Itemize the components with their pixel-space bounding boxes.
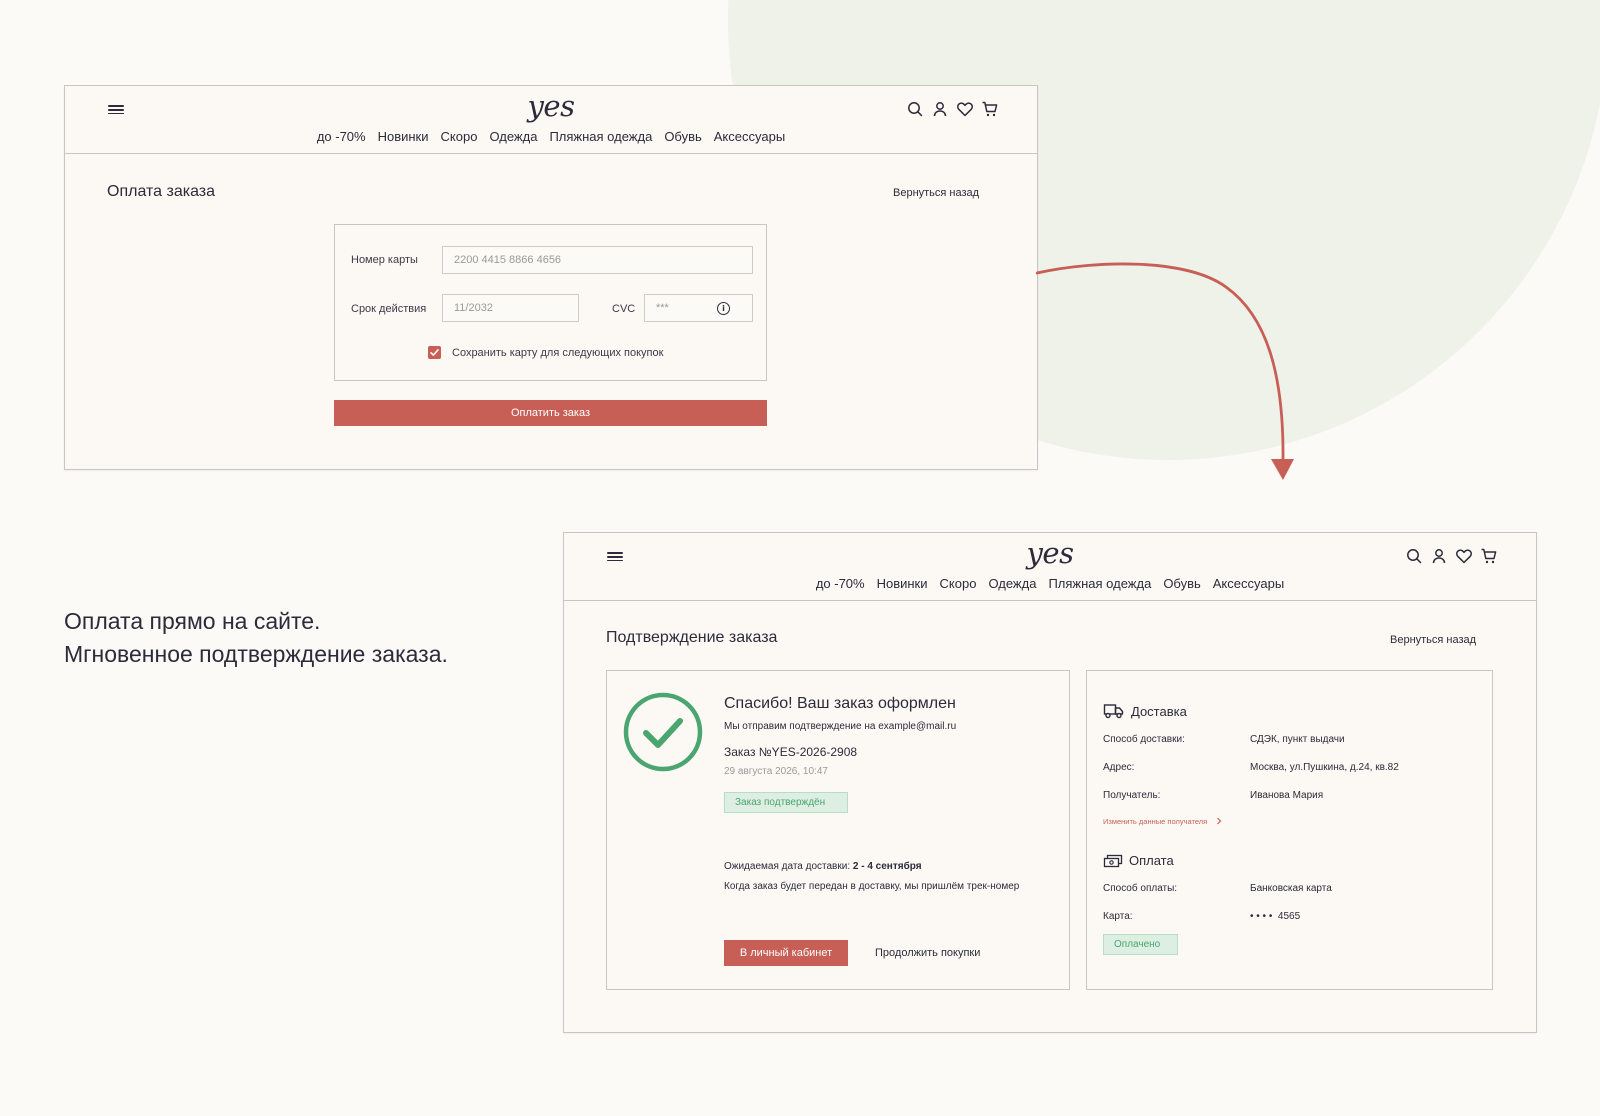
payment-section-title: Оплата: [1103, 853, 1174, 868]
user-icon[interactable]: [1430, 547, 1448, 565]
search-icon[interactable]: [1405, 547, 1423, 565]
order-number: Заказ №YES-2026-2908: [724, 745, 858, 759]
email-note: Мы отправим подтверждение на example@mai…: [724, 721, 957, 732]
nav-item-beachwear[interactable]: Пляжная одежда: [1048, 576, 1151, 591]
header-icons: [906, 100, 999, 118]
site-header: yes до -70% Новинки Скоро Одежда Пляжная оде…: [65, 86, 1037, 154]
nav-item-sale[interactable]: до -70%: [317, 129, 366, 144]
cvc-label: CVC: [612, 303, 636, 315]
order-success-panel: Спасибо! Ваш заказ оформлен Мы отправим …: [606, 670, 1070, 990]
continue-shopping-link[interactable]: Продолжить покупки: [875, 947, 980, 959]
delivery-section-title: Доставка: [1103, 703, 1187, 719]
payment-screen: yes до -70% Новинки Скоро Одежда Пляжная оде…: [64, 85, 1038, 470]
main-nav: до -70% Новинки Скоро Одежда Пляжная одежда О…: [564, 576, 1536, 591]
delivery-method-label: Способ доставки:: [1103, 734, 1185, 745]
back-link[interactable]: Вернуться назад: [1390, 634, 1476, 646]
status-badge: Заказ подтверждён: [724, 792, 848, 813]
flow-arrow-icon: [1036, 262, 1294, 480]
success-check-icon: [623, 692, 703, 772]
search-icon[interactable]: [906, 100, 924, 118]
payment-method-label: Способ оплаты:: [1103, 883, 1178, 894]
save-card-label: Сохранить карту для следующих покупок: [452, 347, 664, 359]
header-icons: [1405, 547, 1498, 565]
tagline-line-1: Оплата прямо на сайте.: [64, 608, 321, 634]
nav-item-beachwear[interactable]: Пляжная одежда: [549, 129, 652, 144]
order-details-panel: Доставка Способ доставки: СДЭК, пункт вы…: [1086, 670, 1493, 990]
recipient-value: Иванова Мария: [1250, 790, 1324, 801]
user-icon[interactable]: [931, 100, 949, 118]
recipient-label: Получатель:: [1103, 790, 1161, 801]
card-value: • • • • 4565: [1250, 911, 1301, 922]
account-button[interactable]: В личный кабинет: [724, 940, 848, 966]
address-label: Адрес:: [1103, 762, 1135, 773]
back-link[interactable]: Вернуться назад: [893, 187, 979, 199]
money-icon: [1103, 854, 1123, 867]
heart-icon[interactable]: [1455, 547, 1473, 565]
nav-item-new[interactable]: Новинки: [877, 576, 928, 591]
cvc-value: ***: [656, 302, 669, 314]
tracking-note: Когда заказ будет передан в доставку, мы…: [724, 881, 1020, 892]
edit-recipient-link[interactable]: Изменить данные получателя: [1103, 817, 1223, 826]
pay-button[interactable]: Оплатить заказ: [334, 400, 767, 426]
page-title: Оплата заказа: [107, 183, 216, 200]
info-icon[interactable]: i: [717, 302, 730, 315]
delivery-method-value: СДЭК, пункт выдачи: [1250, 734, 1345, 745]
cart-icon[interactable]: [981, 100, 999, 118]
nav-item-accessories[interactable]: Аксессуары: [1213, 576, 1284, 591]
card-form: Номер карты 2200 4415 8866 4656 Срок дей…: [334, 224, 767, 381]
nav-item-shoes[interactable]: Обувь: [664, 129, 701, 144]
expiry-input[interactable]: 11/2032: [442, 294, 579, 322]
main-nav: до -70% Новинки Скоро Одежда Пляжная одежда О…: [65, 129, 1037, 144]
cart-icon[interactable]: [1480, 547, 1498, 565]
edit-recipient-label: Изменить данные получателя: [1103, 817, 1208, 826]
nav-item-accessories[interactable]: Аксессуары: [714, 129, 785, 144]
confirmation-screen: yes до -70% Новинки Скоро Одежда Пляжная оде…: [563, 532, 1537, 1033]
save-card-checkbox[interactable]: [428, 346, 441, 359]
logo[interactable]: yes: [65, 88, 1037, 124]
paid-badge: Оплачено: [1103, 934, 1178, 955]
card-number-label: Номер карты: [351, 254, 418, 266]
delivery-date: Ожидаемая дата доставки: 2 - 4 сентября: [724, 861, 922, 872]
site-header: yes до -70% Новинки Скоро Одежда Пляжная оде…: [564, 533, 1536, 601]
payment-title: Оплата: [1129, 853, 1174, 868]
cvc-input[interactable]: *** i: [644, 294, 753, 322]
tagline-line-2: Мгновенное подтверждение заказа.: [64, 641, 448, 667]
logo[interactable]: yes: [564, 535, 1536, 571]
truck-icon: [1103, 704, 1124, 719]
payment-method-value: Банковская карта: [1250, 883, 1332, 894]
chevron-right-icon: [1217, 817, 1222, 825]
nav-item-clothing[interactable]: Одежда: [489, 129, 537, 144]
nav-item-shoes[interactable]: Обувь: [1163, 576, 1200, 591]
delivery-title: Доставка: [1131, 703, 1187, 719]
nav-item-soon[interactable]: Скоро: [940, 576, 977, 591]
expiry-label: Срок действия: [351, 303, 427, 315]
heart-icon[interactable]: [956, 100, 974, 118]
card-number-input[interactable]: 2200 4415 8866 4656: [442, 246, 753, 274]
delivery-date-value: 2 - 4 сентября: [852, 861, 922, 872]
success-title: Спасибо! Ваш заказ оформлен: [724, 695, 956, 712]
nav-item-clothing[interactable]: Одежда: [988, 576, 1036, 591]
page-title: Подтверждение заказа: [606, 629, 778, 646]
address-value: Москва, ул.Пушкина, д.24, кв.82: [1250, 762, 1399, 773]
delivery-date-label: Ожидаемая дата доставки:: [724, 861, 851, 872]
tagline: Оплата прямо на сайте. Мгновенное подтве…: [64, 605, 448, 671]
card-label: Карта:: [1103, 911, 1133, 922]
order-date: 29 августа 2026, 10:47: [724, 766, 828, 777]
nav-item-sale[interactable]: до -70%: [816, 576, 865, 591]
nav-item-soon[interactable]: Скоро: [441, 129, 478, 144]
nav-item-new[interactable]: Новинки: [378, 129, 429, 144]
checkmark-icon: [430, 349, 439, 356]
